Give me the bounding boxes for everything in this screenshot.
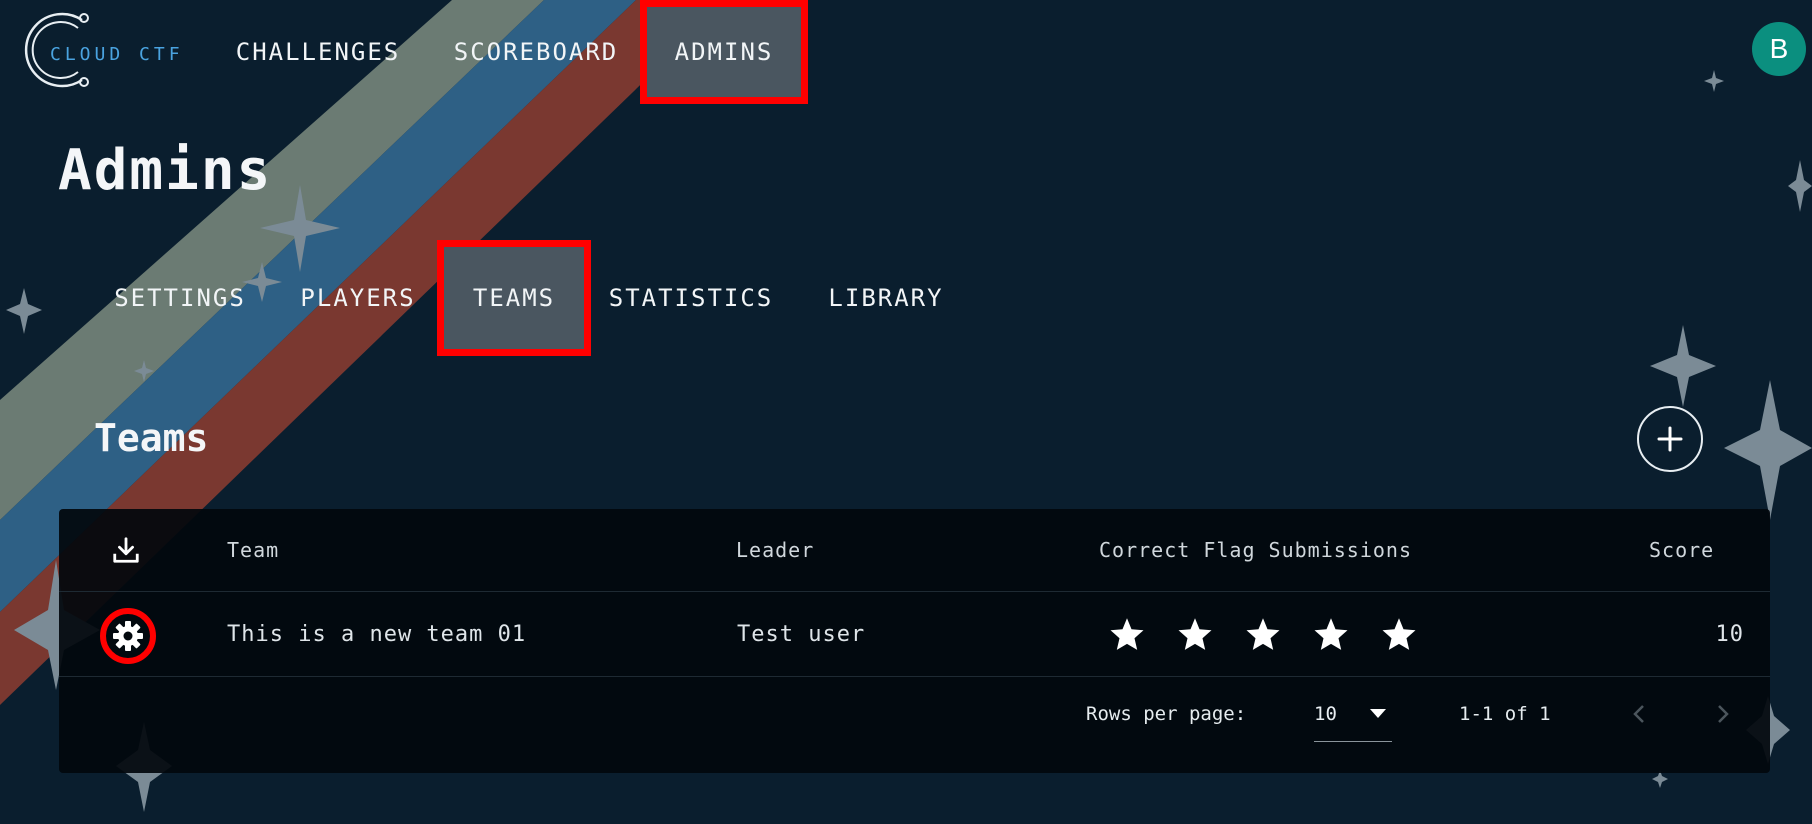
tab-teams[interactable]: TEAMS [437,240,591,356]
star-icon [1246,618,1280,650]
cloud-ctf-logo[interactable]: CLOUD CTF [20,8,180,92]
caret-down-icon [1370,709,1386,718]
rows-per-page-select[interactable]: 10 [1314,687,1392,742]
pagination-range: 1-1 of 1 [1459,703,1551,725]
section-title: Teams [94,416,209,460]
star-icon [1178,618,1212,650]
nav-admins[interactable]: ADMINS [640,0,808,104]
download-button[interactable] [111,509,141,591]
star-rating [1109,616,1417,652]
nav-label: SCOREBOARD [453,38,619,66]
column-header-team[interactable]: Team [227,509,279,591]
star-icon [1314,618,1348,650]
star-icon [1110,618,1144,650]
tab-settings[interactable]: SETTINGS [100,240,260,356]
plus-icon [1657,426,1683,452]
nav-label: CHALLENGES [235,38,401,66]
tab-label: STATISTICS [608,284,774,312]
tab-label: PLAYERS [300,284,416,312]
nav-label: ADMINS [674,38,774,66]
svg-text:CLOUD CTF: CLOUD CTF [50,44,180,65]
download-icon [113,537,139,563]
page-title: Admins [58,138,273,203]
tab-label: LIBRARY [828,284,944,312]
column-header-score[interactable]: Score [1649,509,1714,591]
tab-label: SETTINGS [114,284,246,312]
score-cell: 10 [1715,621,1744,647]
rows-per-page-label: Rows per page: [1086,703,1247,725]
logo-icon: CLOUD CTF [24,12,180,88]
chevron-left-icon [1633,705,1644,723]
column-header-flag-submissions[interactable]: Correct Flag Submissions [1099,509,1412,591]
nav-scoreboard[interactable]: SCOREBOARD [440,0,632,104]
rows-per-page-value: 10 [1314,703,1337,725]
leader-cell: Test user [737,621,866,647]
gear-icon [113,621,143,651]
tab-statistics[interactable]: STATISTICS [600,240,782,356]
flag-submissions-cell [1109,592,1417,676]
tab-label: TEAMS [472,284,556,312]
team-settings-button[interactable] [100,608,156,664]
chevron-right-icon [1718,705,1729,723]
table-row[interactable]: This is a new team 01 Test user 10 [59,591,1770,677]
add-team-button[interactable] [1637,406,1703,472]
team-name-cell: This is a new team 01 [227,621,527,647]
tab-players[interactable]: PLAYERS [288,240,428,356]
user-avatar[interactable]: B [1752,22,1806,76]
next-page-button[interactable] [1713,689,1733,739]
teams-table: Team Leader Correct Flag Submissions Sco… [59,509,1770,773]
nav-challenges[interactable]: CHALLENGES [218,0,418,104]
star-icon [1382,618,1416,650]
avatar-initial: B [1769,33,1789,64]
tab-library[interactable]: LIBRARY [818,240,954,356]
column-header-leader[interactable]: Leader [736,509,814,591]
prev-page-button[interactable] [1629,689,1649,739]
